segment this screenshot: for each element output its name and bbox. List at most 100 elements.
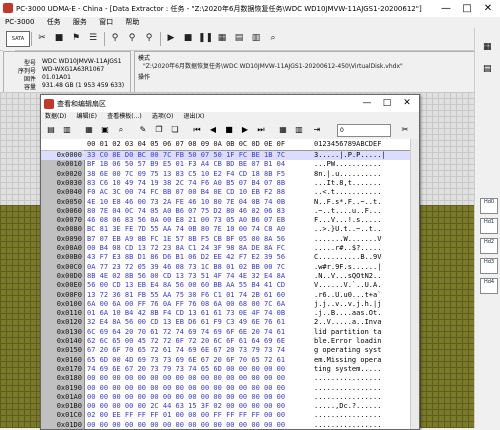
row-ascii[interactable]: .....r#..$?.....: [314, 244, 381, 253]
hex-row[interactable]: 0x0030 83 C6 10 49 74 19 38 2C 74 F6 A0 B…: [41, 179, 419, 188]
save-icon[interactable]: ▣: [99, 124, 111, 136]
row-hex-bytes[interactable]: 8B 4E 02 8B 56 00 CD 13 73 51 4F 74 4E 3…: [87, 272, 285, 281]
row-hex-bytes[interactable]: 6A 00 6A 00 FF 76 0A FF 76 08 6A 00 68 0…: [87, 300, 285, 309]
menu-options[interactable]: 选项(O): [148, 112, 177, 122]
row-ascii[interactable]: .~..t....u..F...: [314, 207, 381, 216]
last-icon[interactable]: ⏭: [255, 124, 267, 136]
play-icon[interactable]: ▶: [164, 31, 178, 45]
pause-icon[interactable]: ❚❚: [198, 31, 213, 45]
next-icon[interactable]: ▶: [239, 124, 251, 136]
binoculars-icon[interactable]: ⚲: [142, 31, 156, 45]
row-ascii[interactable]: V......V.`..U.A.: [314, 281, 381, 290]
grid-icon[interactable]: ▦: [215, 31, 229, 45]
hex-row[interactable]: 0x0060 80 7E 04 0C 74 05 A0 B6 07 75 D2 8…: [41, 207, 419, 216]
row-ascii[interactable]: g operating syst: [314, 346, 381, 355]
row-hex-bytes[interactable]: BC 81 3E FE 7D 55 AA 74 0B 80 7E 10 00 7…: [87, 225, 285, 234]
row-ascii[interactable]: ................: [314, 374, 381, 383]
row-hex-bytes[interactable]: 02 00 EE FF FF FF 01 00 00 00 FF FF FF F…: [87, 411, 285, 420]
row-hex-bytes[interactable]: B7 07 EB A9 8B FC 1E 57 8B F5 CB BF 05 0…: [87, 235, 285, 244]
binoculars-icon[interactable]: ⚲: [108, 31, 122, 45]
row-hex-bytes[interactable]: 4E 10 E8 46 00 73 2A FE 46 10 80 7E 04 0…: [87, 198, 285, 207]
head-hd3[interactable]: Hd3: [480, 258, 498, 274]
hex-row[interactable]: 0x01A0 00 00 00 00 00 00 00 00 00 00 00 0…: [41, 393, 419, 402]
row-hex-bytes[interactable]: 67 20 6F 70 65 72 61 74 69 6E 67 20 73 7…: [87, 346, 285, 355]
document-icon[interactable]: ▤: [232, 31, 246, 45]
row-ascii[interactable]: ................: [314, 421, 381, 429]
row-hex-bytes[interactable]: 00 B4 08 CD 13 72 23 8A C1 24 3F 98 8A D…: [87, 244, 285, 253]
go-to-offset-icon[interactable]: ⇥: [311, 124, 323, 136]
row-hex-bytes[interactable]: 62 6C 65 00 45 72 72 6F 72 20 6C 6F 61 6…: [87, 337, 285, 346]
row-ascii[interactable]: ..>.}U.t..~..t..: [314, 225, 381, 234]
menu-edit[interactable]: 编辑(E): [73, 112, 101, 122]
stop-icon[interactable]: ■: [223, 124, 235, 136]
row-ascii[interactable]: ting system.....: [314, 365, 381, 374]
prev-icon[interactable]: ◀: [207, 124, 219, 136]
close-button[interactable]: ✕: [478, 0, 498, 17]
hex-row[interactable]: 0x00D0 8B 4E 02 8B 56 00 CD 13 73 51 4F 7…: [41, 272, 419, 281]
search-icon[interactable]: ⌕: [115, 124, 127, 136]
menu-pc3000[interactable]: PC-3000: [0, 17, 39, 28]
row-ascii[interactable]: N..F.s*.F..~..t.: [314, 198, 381, 207]
hex-row[interactable]: 0x0080 BC 81 3E FE 7D 55 AA 74 0B 80 7E 1…: [41, 225, 419, 234]
row-ascii[interactable]: em.Missing opera: [314, 356, 381, 365]
paste-icon[interactable]: ❏: [169, 124, 181, 136]
hex-row[interactable]: 0x0140 62 6C 65 00 45 72 72 6F 72 20 6C 6…: [41, 337, 419, 346]
row-hex-bytes[interactable]: 80 7E 04 0C 74 05 A0 B6 07 75 D2 80 46 0…: [87, 207, 285, 216]
row-ascii[interactable]: .w#r.9F.s......|: [314, 263, 381, 272]
row-ascii[interactable]: C..........B..9V: [314, 253, 381, 262]
maximize-button[interactable]: □: [377, 95, 397, 112]
hex-row[interactable]: 0x00C0 0A 77 23 72 05 39 46 08 73 1C B8 0…: [41, 263, 419, 272]
edit-icon[interactable]: ✎: [137, 124, 149, 136]
row-hex-bytes[interactable]: 00 00 00 00 00 2C 44 63 15 3F 02 00 00 0…: [87, 402, 285, 411]
hex-row[interactable]: 0x0160 65 6D 00 4D 69 73 73 69 6E 67 20 6…: [41, 356, 419, 365]
list-icon[interactable]: ☰: [86, 31, 100, 45]
hex-row[interactable]: 0x0170 74 69 6E 67 20 73 79 73 74 65 6D 0…: [41, 365, 419, 374]
hex-row[interactable]: 0x0180 00 00 00 00 00 00 00 00 00 00 00 0…: [41, 374, 419, 383]
row-hex-bytes[interactable]: BF 1B 06 50 57 B9 E5 01 F3 A4 CB BD BE 0…: [87, 160, 285, 169]
hex-row[interactable]: 0x00B0 43 F7 E3 8B D1 86 D6 B1 06 D2 EE 4…: [41, 253, 419, 262]
binoculars-icon[interactable]: ⚲: [125, 31, 139, 45]
row-hex-bytes[interactable]: 33 C0 8E D0 BC 00 7C FB 50 07 50 1F FC B…: [87, 151, 285, 160]
row-hex-bytes[interactable]: 46 08 06 83 56 0A 00 E8 21 00 73 05 A0 B…: [87, 216, 285, 225]
row-ascii[interactable]: j.j..v..v.j.h.|j: [314, 300, 381, 309]
row-hex-bytes[interactable]: 32 E4 8A 56 00 CD 13 EB D6 61 F9 C3 49 6…: [87, 318, 285, 327]
flag-icon[interactable]: ⚑: [69, 31, 83, 45]
search-icon[interactable]: ⌕: [266, 31, 280, 45]
hex-row[interactable]: 0x0020 38 6E 00 7C 09 75 13 83 C5 10 E2 F…: [41, 170, 419, 179]
row-hex-bytes[interactable]: 43 F7 E3 8B D1 86 D6 B1 06 D2 EE 42 F7 E…: [87, 253, 285, 262]
row-ascii[interactable]: 8n.|.u..........: [314, 170, 381, 179]
menu-data[interactable]: 数据(D): [41, 112, 70, 122]
stop-icon[interactable]: ■: [181, 31, 195, 45]
menu-window[interactable]: 窗口: [94, 17, 118, 28]
row-ascii[interactable]: .r6..U.u0...t+a`: [314, 291, 381, 300]
menu-task[interactable]: 任务: [42, 17, 66, 28]
chart-icon[interactable]: ▥: [293, 124, 305, 136]
minimize-button[interactable]: —: [357, 95, 377, 112]
offset-input[interactable]: 0: [337, 124, 391, 137]
maximize-button[interactable]: □: [457, 0, 477, 17]
hex-row[interactable]: 0x01C0 02 00 EE FF FF FF 01 00 00 00 FF F…: [41, 411, 419, 420]
grid-icon[interactable]: ▦: [483, 42, 492, 52]
row-hex-bytes[interactable]: 01 6A 10 B4 42 8B F4 CD 13 61 61 73 0E 4…: [87, 309, 285, 318]
row-hex-bytes[interactable]: 56 00 CD 13 EB E4 8A 56 00 60 BB AA 55 B…: [87, 281, 285, 290]
minimize-button[interactable]: —: [436, 0, 456, 17]
row-hex-bytes[interactable]: 00 00 00 00 00 00 00 00 00 00 00 00 00 0…: [87, 421, 285, 429]
row-ascii[interactable]: ..<.t...........: [314, 188, 381, 197]
row-ascii[interactable]: ................: [314, 384, 381, 393]
open-icon[interactable]: ▦: [83, 124, 95, 136]
tools-icon[interactable]: ✂: [399, 124, 411, 136]
close-button[interactable]: ✕: [397, 95, 417, 112]
hex-row[interactable]: 0x0040 F0 AC 3C 00 74 FC BB 07 00 B4 0E C…: [41, 188, 419, 197]
row-hex-bytes[interactable]: 00 00 00 00 00 00 00 00 00 00 00 00 00 0…: [87, 384, 285, 393]
hex-row[interactable]: 0x0000 33 C0 8E D0 BC 00 7C FB 50 07 50 1…: [41, 151, 419, 160]
hex-row[interactable]: 0x0100 6A 00 6A 00 FF 76 0A FF 76 08 6A 0…: [41, 300, 419, 309]
row-hex-bytes[interactable]: F0 AC 3C 00 74 FC BB 07 00 B4 0E CD 10 E…: [87, 188, 285, 197]
head-hd2[interactable]: Hd2: [480, 238, 498, 254]
hex-row[interactable]: 0x0070 46 08 06 83 56 0A 00 E8 21 00 73 0…: [41, 216, 419, 225]
chart-icon[interactable]: ▥: [249, 31, 263, 45]
tools-icon[interactable]: ✂: [35, 31, 49, 45]
hex-row[interactable]: 0x0150 67 20 6F 70 65 72 61 74 69 6E 67 2…: [41, 346, 419, 355]
row-ascii[interactable]: ................: [314, 393, 381, 402]
menu-template[interactable]: 查看模板(...): [103, 112, 145, 122]
menu-service[interactable]: 服务: [68, 17, 92, 28]
